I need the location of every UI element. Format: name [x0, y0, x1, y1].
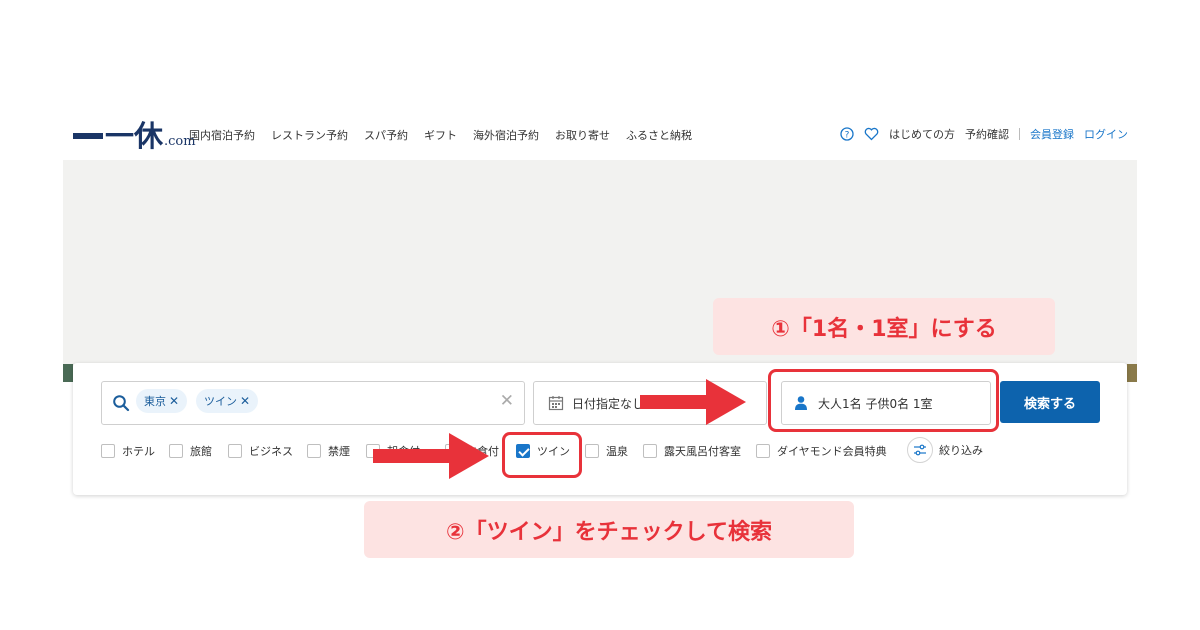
search-button[interactable]: 検索する	[1000, 381, 1100, 423]
logo-kanji: 一休	[105, 119, 164, 153]
instruction-step1: ①「1名・1室」にする	[713, 298, 1055, 355]
highlight-twin-checkbox	[502, 432, 582, 478]
filter-hotel[interactable]: ホテル	[101, 443, 155, 459]
checkbox[interactable]	[585, 444, 599, 458]
search-icon	[113, 395, 130, 412]
arrow-right-icon	[640, 379, 746, 425]
reservation-check-link[interactable]: 予約確認	[965, 126, 1009, 142]
checkbox[interactable]	[228, 444, 242, 458]
filter-label: 旅館	[190, 445, 212, 458]
checkbox[interactable]	[756, 444, 770, 458]
svg-text:?: ?	[844, 131, 849, 141]
filter-non-smoking[interactable]: 禁煙	[307, 443, 350, 459]
date-value: 日付指定なし	[572, 397, 645, 411]
clear-search-icon[interactable]: ✕	[500, 391, 514, 411]
arrow-right-icon	[373, 433, 489, 479]
filter-label: 禁煙	[328, 445, 350, 458]
refine-button[interactable]: 絞り込み	[907, 437, 983, 463]
header-divider	[1019, 128, 1020, 140]
filter-business[interactable]: ビジネス	[228, 443, 293, 459]
keyword-chip[interactable]: 東京 ✕	[136, 389, 188, 413]
calendar-icon	[548, 396, 564, 411]
filter-label: ダイヤモンド会員特典	[777, 445, 887, 458]
nav-gift[interactable]: ギフト	[424, 127, 457, 143]
filter-ryokan[interactable]: 旅館	[169, 443, 212, 459]
nav-restaurant[interactable]: レストラン予約	[271, 127, 348, 143]
filter-label: ホテル	[122, 445, 155, 458]
first-time-link[interactable]: はじめての方	[889, 126, 955, 142]
nav-spa[interactable]: スパ予約	[364, 127, 408, 143]
nav-mail-order[interactable]: お取り寄せ	[555, 127, 610, 143]
register-link[interactable]: 会員登録	[1030, 126, 1074, 142]
help-circle-icon[interactable]: ?	[839, 127, 854, 142]
login-link[interactable]: ログイン	[1084, 126, 1128, 142]
main-nav: 国内宿泊予約 レストラン予約 スパ予約 ギフト 海外宿泊予約 お取り寄せ ふるさ…	[189, 127, 692, 143]
chip-remove-icon[interactable]: ✕	[169, 394, 179, 408]
nav-overseas-stay[interactable]: 海外宿泊予約	[473, 127, 539, 143]
checkbox[interactable]	[169, 444, 183, 458]
keyword-search-field[interactable]: 東京 ✕ ツイン ✕ ✕	[101, 381, 525, 425]
hero-edge-left	[63, 364, 73, 382]
filter-diamond-member[interactable]: ダイヤモンド会員特典	[756, 443, 887, 459]
filter-label: ビジネス	[249, 445, 293, 458]
site-header: 一休 .com 国内宿泊予約 レストラン予約 スパ予約 ギフト 海外宿泊予約 お…	[73, 118, 1136, 154]
keyword-chip-label: ツイン	[204, 395, 237, 408]
chip-remove-icon[interactable]: ✕	[240, 394, 250, 408]
header-utility: ? はじめての方 予約確認 会員登録 ログイン	[839, 126, 1128, 142]
checkbox[interactable]	[101, 444, 115, 458]
heart-icon[interactable]	[864, 127, 879, 142]
keyword-chip-label: 東京	[144, 395, 166, 408]
highlight-guest-field	[768, 369, 999, 432]
nav-furusato-tax[interactable]: ふるさと納税	[626, 127, 692, 143]
logo-dash	[73, 133, 103, 139]
filter-open-air-bath-room[interactable]: 露天風呂付客室	[643, 443, 741, 459]
filter-onsen[interactable]: 温泉	[585, 443, 628, 459]
checkbox[interactable]	[643, 444, 657, 458]
keyword-chip[interactable]: ツイン ✕	[196, 389, 259, 413]
hero-edge-right	[1127, 364, 1137, 382]
nav-domestic-stay[interactable]: 国内宿泊予約	[189, 127, 255, 143]
sliders-icon	[907, 437, 933, 463]
filter-label: 温泉	[606, 445, 628, 458]
refine-label: 絞り込み	[939, 444, 983, 457]
instruction-step2: ②「ツイン」をチェックして検索	[364, 501, 854, 558]
ikyu-logo[interactable]: 一休 .com	[73, 120, 196, 152]
filter-label: 露天風呂付客室	[664, 445, 741, 458]
checkbox[interactable]	[307, 444, 321, 458]
